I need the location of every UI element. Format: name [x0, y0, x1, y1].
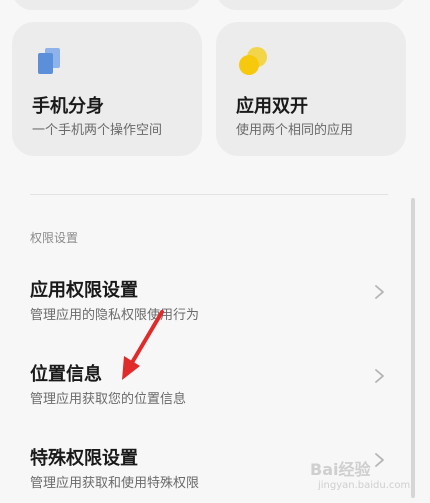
chevron-right-icon: [375, 369, 384, 383]
item-subtitle: 管理应用获取您的位置信息: [30, 392, 187, 407]
phone-clone-icon: [38, 48, 60, 74]
card-title: 手机分身: [32, 96, 104, 117]
chevron-right-icon: [375, 453, 384, 467]
screen: 手机分身 一个手机两个操作空间 应用双开 使用两个相同的应用 权限设置 应用权限…: [0, 0, 430, 503]
card-title: 应用双开: [236, 96, 308, 117]
item-title: 位置信息: [30, 364, 102, 385]
divider: [30, 194, 388, 195]
dual-apps-icon: [239, 47, 267, 75]
card-top-right[interactable]: [216, 0, 406, 10]
card-top-left[interactable]: [12, 0, 202, 10]
card-subtitle: 一个手机两个操作空间: [32, 123, 163, 138]
list-item-location[interactable]: 位置信息 管理应用获取您的位置信息: [0, 360, 410, 430]
item-subtitle: 管理应用获取和使用特殊权限: [30, 476, 200, 491]
card-dual-apps[interactable]: 应用双开 使用两个相同的应用: [216, 22, 406, 156]
scrollbar[interactable]: [411, 198, 415, 498]
item-subtitle: 管理应用的隐私权限使用行为: [30, 308, 200, 323]
section-header: 权限设置: [30, 231, 79, 245]
list-item-app-permissions[interactable]: 应用权限设置 管理应用的隐私权限使用行为: [0, 276, 410, 346]
card-phone-clone[interactable]: 手机分身 一个手机两个操作空间: [12, 22, 202, 156]
watermark: Bai经验: [310, 460, 371, 479]
item-title: 特殊权限设置: [30, 448, 138, 469]
chevron-right-icon: [375, 285, 384, 299]
card-subtitle: 使用两个相同的应用: [236, 123, 354, 138]
watermark-url: jingyan.baidu.com: [318, 480, 411, 491]
item-title: 应用权限设置: [30, 280, 138, 301]
